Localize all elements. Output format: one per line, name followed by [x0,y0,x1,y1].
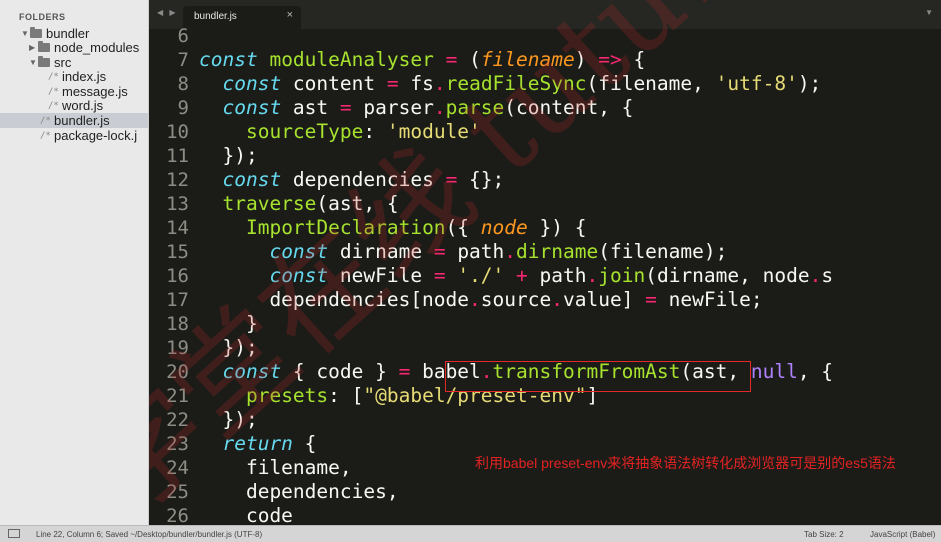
line-number: 9 [177,97,189,119]
code-line[interactable]: traverse(ast, { [199,192,398,216]
tab-bar: ◀ ▶ bundler.js × ▼ [149,0,941,29]
code-line[interactable]: }); [199,144,257,168]
line-number: 11 [166,145,189,167]
tab-navigation-arrows-icon[interactable]: ◀ ▶ [157,8,178,17]
disclosure-closed-icon[interactable]: ▶ [29,43,38,52]
line-number: 26 [166,505,189,525]
line-number: 21 [166,385,189,407]
tab-label: bundler.js [194,11,237,22]
annotation-text: 利用babel preset-env来将抽象语法树转化成浏览器可是别的es5语法 [475,455,896,471]
code-line[interactable]: dependencies[node.source.value] = newFil… [199,288,762,312]
line-number: 16 [166,265,189,287]
tab-size-indicator[interactable]: Tab Size: 2 [804,530,844,539]
tree-folder-node-modules[interactable]: ▶ node_modules [29,40,139,55]
folder-icon [38,56,50,67]
line-number: 10 [166,121,189,143]
file-icon: /* [40,130,51,141]
line-number: 6 [177,25,189,47]
tree-file-word[interactable]: /* word.js [48,98,103,113]
code-line[interactable]: const content = fs.readFileSync(filename… [199,72,821,96]
line-number: 18 [166,313,189,335]
file-icon: /* [48,71,59,82]
line-number: 22 [166,409,189,431]
syntax-indicator[interactable]: JavaScript (Babel) [870,530,935,539]
folder-icon [38,41,50,52]
code-line[interactable]: }); [199,336,257,360]
status-bar: Line 22, Column 6; Saved ~/Desktop/bundl… [0,525,941,542]
line-number: 25 [166,481,189,503]
code-line[interactable]: ImportDeclaration({ node }) { [199,216,587,240]
file-icon: /* [48,100,59,111]
line-number: 12 [166,169,189,191]
tree-item-label: index.js [62,69,107,84]
file-icon: /* [40,115,51,126]
highlight-box [445,361,751,392]
tree-item-label: package-lock.j [54,128,138,143]
code-line[interactable]: const ast = parser.parse(content, { [199,96,633,120]
code-line[interactable]: sourceType: 'module' [199,120,481,144]
tab-bundler-js[interactable]: bundler.js × [183,6,301,29]
code-line[interactable]: dependencies, [199,480,399,504]
code-editor[interactable]: ◀ ▶ bundler.js × ▼ 6 7 8 9 10 11 12 13 1… [149,0,941,525]
code-line[interactable]: code [199,504,293,525]
tab-menu-icon[interactable]: ▼ [925,8,933,17]
tree-folder-bundler[interactable]: ▼ bundler [21,26,89,41]
line-number: 7 [177,49,189,71]
folder-icon [30,27,42,38]
tree-item-label: word.js [62,98,104,113]
tree-item-label: message.js [62,84,128,99]
tree-item-label: bundler [46,26,90,41]
code-line[interactable]: const moduleAnalyser = (filename) => { [199,48,645,72]
panel-toggle-icon[interactable] [8,529,20,538]
sidebar: FOLDERS ▼ bundler ▶ node_modules ▼ src /… [0,0,149,525]
line-number: 19 [166,337,189,359]
line-number: 15 [166,241,189,263]
code-line[interactable]: filename, [199,456,352,480]
tree-item-label: bundler.js [54,113,110,128]
line-number: 20 [166,361,189,383]
code-line[interactable]: } [199,312,258,336]
folders-title: FOLDERS [19,12,66,22]
line-number: 23 [166,433,189,455]
line-number: 8 [177,73,189,95]
tree-file-index[interactable]: /* index.js [48,69,106,84]
code-line[interactable]: const dependencies = {}; [199,168,504,192]
code-line[interactable]: const newFile = './' + path.join(dirname… [199,264,833,288]
line-number: 24 [166,457,189,479]
tree-file-package-lock[interactable]: /* package-lock.j [40,128,137,143]
disclosure-open-icon[interactable]: ▼ [29,58,38,67]
line-number: 13 [166,193,189,215]
close-icon[interactable]: × [287,9,293,21]
file-icon: /* [48,86,59,97]
code-line[interactable]: }); [199,408,257,432]
code-line[interactable]: return { [199,432,316,456]
tree-file-message[interactable]: /* message.js [48,84,128,99]
tree-item-label: src [54,55,72,70]
status-text: Line 22, Column 6; Saved ~/Desktop/bundl… [36,530,263,539]
disclosure-open-icon[interactable]: ▼ [21,29,30,38]
line-number: 17 [166,289,189,311]
code-line[interactable]: const dirname = path.dirname(filename); [199,240,727,264]
tree-folder-src[interactable]: ▼ src [29,55,71,70]
line-number: 14 [166,217,189,239]
tree-file-bundler-selected[interactable]: /* bundler.js [0,113,148,128]
tree-item-label: node_modules [54,40,140,55]
